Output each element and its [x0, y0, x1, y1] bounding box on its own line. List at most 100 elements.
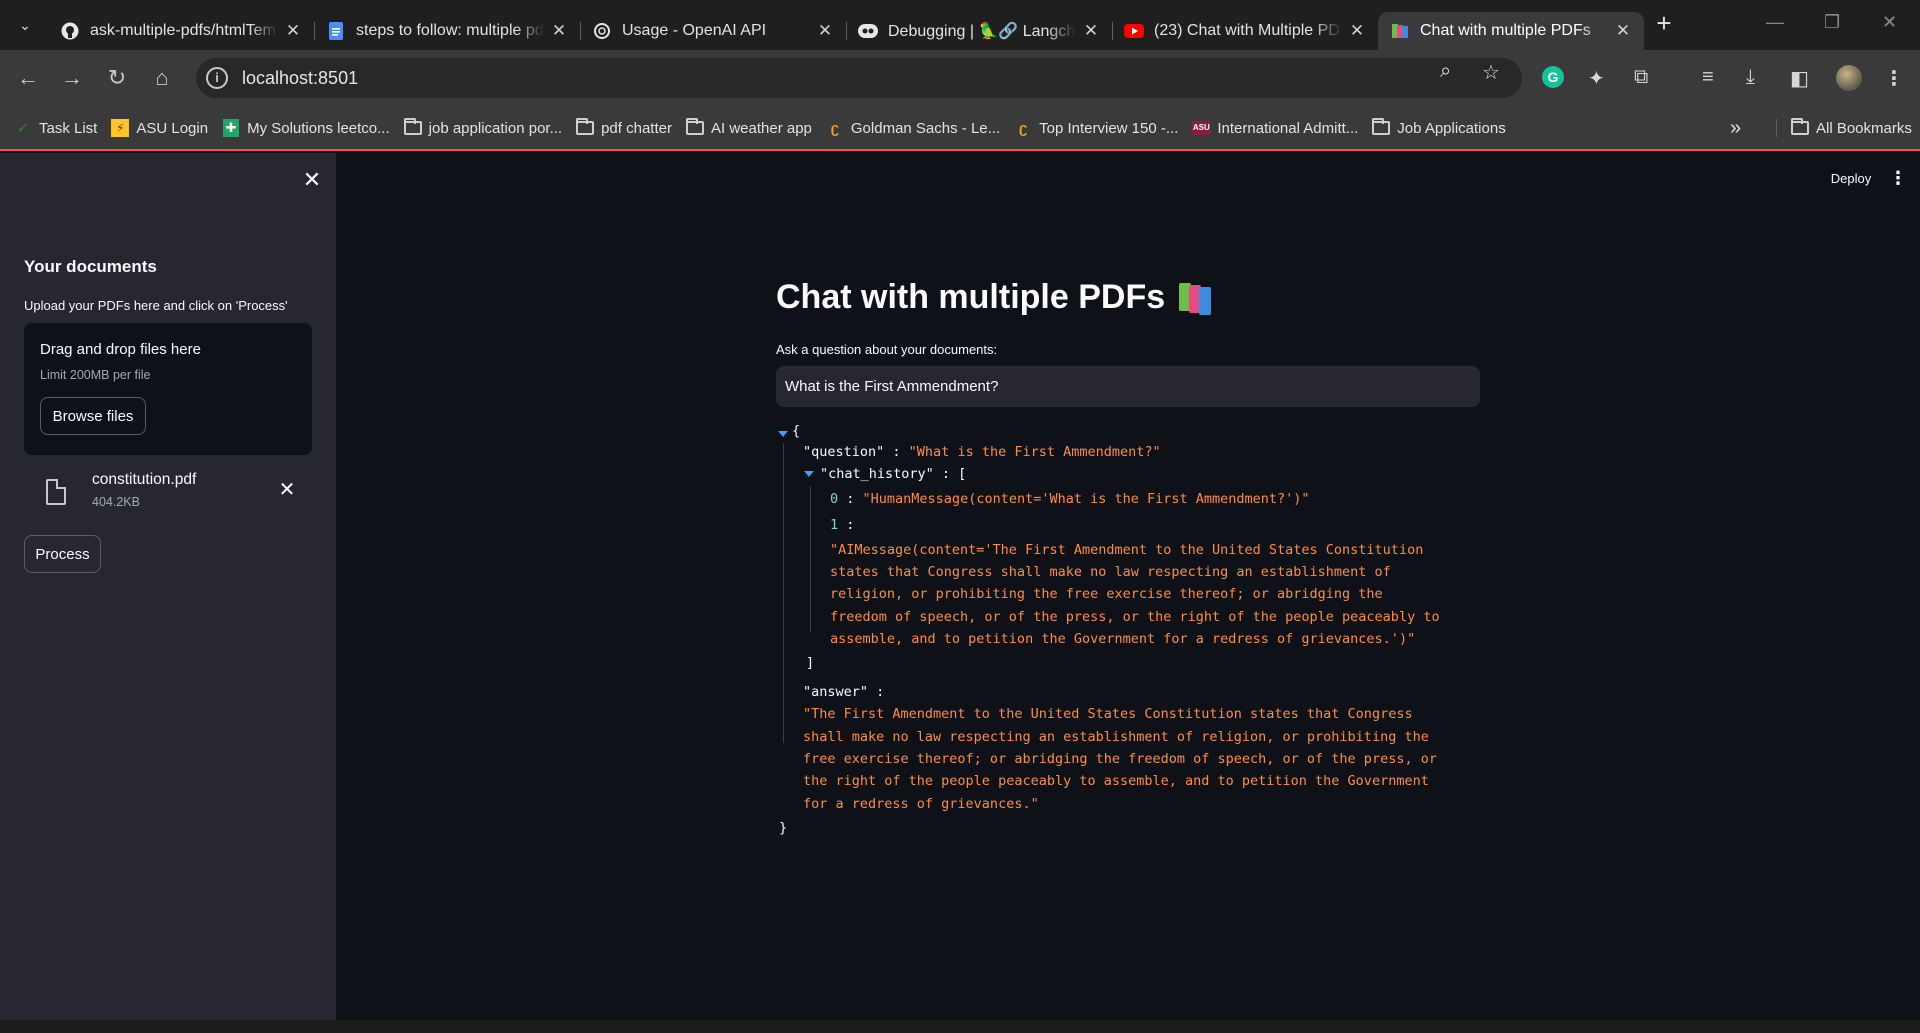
home-icon: ⌂	[155, 65, 169, 90]
extension-icon[interactable]: ✦	[1588, 66, 1605, 91]
bookmark-item[interactable]: ʗ Goldman Sachs - Le...	[826, 119, 1000, 137]
question-input[interactable]: What is the First Ammendment?	[776, 366, 1480, 407]
close-icon[interactable]: ✕	[1614, 21, 1632, 41]
all-bookmarks-button[interactable]: All Bookmarks	[1776, 118, 1912, 137]
close-icon[interactable]: ✕	[1082, 21, 1100, 41]
browser-tab[interactable]: Usage - OpenAI API ✕	[580, 12, 846, 50]
json-brace-open: {	[792, 423, 801, 439]
profile-avatar[interactable]	[1836, 65, 1862, 91]
bookmarks-bar: ✓ Task List ⚡ ASU Login ✚ My Solutions leet…	[0, 107, 1920, 151]
zoom-icon[interactable]: ⌕	[1440, 60, 1451, 83]
download-icon[interactable]: ⤓	[1746, 66, 1755, 89]
tab-list: ask-multiple-pdfs/htmlTem ✕ steps to fol…	[48, 6, 1644, 50]
menu-icon[interactable]: ⋮	[1884, 66, 1904, 91]
json-key: "question"	[803, 444, 885, 460]
json-string-line: "AIMessage(content='The First Amendment …	[830, 542, 1424, 558]
folder-icon	[403, 118, 422, 137]
json-string-line: states that Congress shall make no law r…	[830, 564, 1391, 580]
json-string: "HumanMessage(content='What is the First…	[862, 491, 1310, 507]
browser-tab[interactable]: Debugging | 🦜🔗 Langch ✕	[846, 12, 1112, 50]
new-tab-button[interactable]: +	[1650, 10, 1678, 38]
bookmark-item[interactable]: ✓ Task List	[14, 119, 98, 138]
bookmark-item[interactable]: ʗ Top Interview 150 -...	[1014, 119, 1178, 137]
bookmark-label: Job Applications	[1397, 119, 1506, 137]
bookmark-label: pdf chatter	[601, 119, 672, 137]
close-window-button[interactable]: ✕	[1882, 12, 1897, 33]
bookmark-label: All Bookmarks	[1816, 119, 1912, 137]
youtube-icon	[1124, 21, 1144, 41]
folder-icon	[1791, 118, 1809, 137]
bookmark-item[interactable]: ✚ My Solutions leetco...	[222, 119, 390, 137]
upload-label: Upload your PDFs here and click on 'Proc…	[24, 298, 288, 313]
tab-title: (23) Chat with Multiple PDF	[1154, 22, 1342, 39]
kebab-menu-icon: ⋮	[1889, 168, 1907, 188]
close-icon[interactable]: ✕	[816, 21, 834, 41]
side-panel-icon[interactable]: ◧	[1790, 66, 1809, 91]
home-button[interactable]: ⌂	[148, 64, 176, 92]
chevron-down-icon: ⌄	[19, 16, 31, 33]
chevron-double-right-icon: »	[1730, 116, 1742, 139]
check-icon: ✓	[16, 120, 30, 137]
main-menu-button[interactable]: ⋮	[1888, 163, 1908, 193]
bookmark-folder[interactable]: AI weather app	[685, 118, 812, 137]
browser-tab[interactable]: (23) Chat with Multiple PDF ✕	[1112, 12, 1378, 50]
close-icon: ✕	[302, 167, 322, 192]
json-string-line: "The First Amendment to the United State…	[803, 706, 1413, 722]
process-button[interactable]: Process	[24, 535, 101, 573]
json-chat-history-toggle[interactable]	[804, 465, 814, 481]
json-string-line: freedom of speech, or of the press, or t…	[830, 609, 1440, 625]
sidebar-title: Your documents	[24, 257, 157, 276]
bookmark-folder[interactable]: job application por...	[403, 118, 563, 137]
deploy-button[interactable]: Deploy	[1816, 163, 1886, 193]
asu-icon: ⚡	[111, 119, 130, 137]
bookmark-label: Top Interview 150 -...	[1039, 119, 1179, 137]
tab-title: steps to follow: multiple pd	[356, 22, 544, 39]
close-icon[interactable]: ✕	[284, 21, 302, 41]
browser-toolbar: ← → ↻ ⌂ i localhost:8501 ⌕ ☆ G ✦ ⧉ ≡ ⤓ ◧…	[0, 50, 1920, 107]
json-string-line: assemble, and to petition the Government…	[830, 631, 1416, 647]
json-index: 0	[830, 491, 839, 507]
address-bar[interactable]: i localhost:8501	[196, 58, 1522, 98]
forward-button[interactable]: →	[58, 64, 86, 92]
more-bookmarks-button[interactable]: »	[1730, 117, 1741, 140]
uploaded-file: constitution.pdf 404.2KB ✕	[24, 467, 312, 517]
remove-file-button[interactable]: ✕	[276, 477, 298, 502]
browser-tab[interactable]: ask-multiple-pdfs/htmlTem ✕	[48, 12, 314, 50]
back-button[interactable]: ←	[14, 64, 42, 92]
media-icon[interactable]: ≡	[1702, 66, 1714, 89]
bookmark-item[interactable]: ASU International Admitt...	[1192, 119, 1358, 137]
star-icon[interactable]: ☆	[1482, 60, 1500, 85]
minimize-button[interactable]: —	[1766, 12, 1784, 33]
close-icon[interactable]: ✕	[1348, 21, 1366, 41]
browser-tab[interactable]: steps to follow: multiple pd ✕	[314, 12, 580, 50]
plus-icon: +	[1656, 8, 1672, 38]
restore-button[interactable]: ❐	[1824, 12, 1840, 33]
json-key: "chat_history"	[820, 466, 934, 482]
caret-down-icon	[778, 431, 788, 437]
json-root-toggle[interactable]	[778, 425, 788, 441]
bookmark-folder[interactable]: Job Applications	[1372, 118, 1506, 137]
close-icon[interactable]: ✕	[550, 21, 568, 41]
json-string: "What is the First Ammendment?"	[908, 444, 1161, 460]
json-string-line: free exercise thereof; or abridging the …	[803, 751, 1437, 767]
folder-icon	[1372, 118, 1391, 137]
browser-tab-active[interactable]: Chat with multiple PDFs ✕	[1378, 12, 1644, 50]
grammarly-icon[interactable]: G	[1542, 66, 1564, 88]
reload-button[interactable]: ↻	[103, 64, 131, 92]
browse-files-button[interactable]: Browse files	[40, 397, 146, 435]
close-sidebar-button[interactable]: ✕	[300, 167, 324, 193]
bookmark-label: My Solutions leetco...	[247, 119, 390, 137]
site-info-icon[interactable]: i	[206, 67, 228, 89]
bookmark-label: job application por...	[428, 119, 563, 137]
reload-icon: ↻	[107, 65, 127, 90]
bookmark-folder[interactable]: pdf chatter	[576, 118, 672, 137]
bookmark-label: AI weather app	[710, 119, 812, 137]
json-string-line: shall make no law respecting an establis…	[803, 729, 1429, 745]
tab-title: Chat with multiple PDFs	[1420, 22, 1591, 39]
puzzle-icon[interactable]: ⧉	[1634, 66, 1648, 89]
file-dropzone[interactable]: Drag and drop files here Limit 200MB per…	[24, 323, 312, 455]
page-title: Chat with multiple PDFs	[776, 278, 1215, 317]
tab-search-button[interactable]: ⌄	[9, 9, 41, 41]
bookmark-item[interactable]: ⚡ ASU Login	[111, 119, 208, 137]
bookmark-label: Task List	[39, 119, 98, 137]
